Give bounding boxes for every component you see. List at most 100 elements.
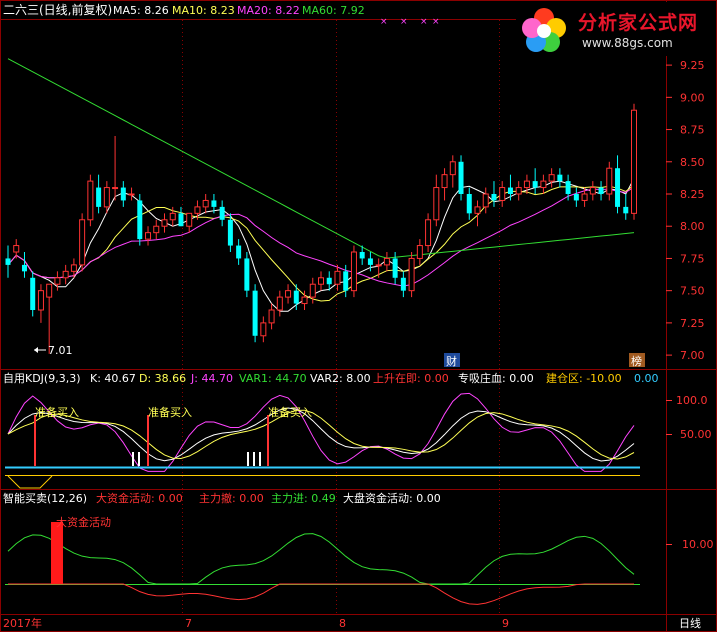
- low-marker: 7.01: [34, 344, 73, 357]
- candle-body: [285, 290, 292, 298]
- date-2017: 2017年: [3, 616, 42, 630]
- candle-body: [474, 206, 481, 214]
- kdj-d-line: [7, 409, 635, 460]
- candle-body: [383, 257, 390, 266]
- buy-signal-label: 准备买入: [148, 405, 192, 419]
- candle-body: [375, 264, 382, 267]
- candle-body: [565, 181, 571, 194]
- kdj-tick-100: 100.0: [676, 394, 708, 407]
- candle-body: [309, 283, 316, 298]
- cai-marker-label: 财: [446, 354, 457, 368]
- brand-title: 分析家公式网: [578, 12, 699, 34]
- candle-body: [573, 194, 579, 201]
- kdj-rise: 上升在即: 0.00: [373, 372, 449, 385]
- candle-body: [631, 109, 637, 214]
- smart-market-fund: 大盘资金活动: 0.00: [343, 491, 441, 505]
- candle-body: [169, 212, 176, 221]
- candle-body: [252, 290, 258, 336]
- candle-body: [532, 181, 538, 188]
- candle-body: [260, 322, 267, 337]
- date-7: 7: [185, 617, 192, 630]
- ma20-label: MA20: 8.22: [237, 4, 300, 17]
- candle-body: [441, 174, 448, 189]
- candle-body: [548, 174, 555, 182]
- kdj-header: 自用KDJ(9,3,3) K: 40.67 D: 38.66 J: 44.70 …: [3, 371, 659, 385]
- kdj-build-zone: [7, 475, 53, 489]
- stock-title: 二六三(日线,前复权): [3, 2, 112, 17]
- main-header: 二六三(日线,前复权) MA5: 8.26 MA10: 8.23 MA20: 8…: [3, 2, 365, 17]
- candle-body: [21, 264, 27, 272]
- candle-body: [227, 219, 233, 246]
- smart-main-in: 主力进: 0.49: [271, 492, 336, 505]
- candle-body: [194, 206, 201, 214]
- svg-text:×: ×: [380, 17, 388, 27]
- kdj-var1: VAR1: 44.70: [239, 372, 307, 385]
- kdj-buy-annotations: 准备买入 准备买入 准备买入: [34, 405, 312, 466]
- candle-body: [301, 296, 308, 305]
- price-tick-label: 7.50: [680, 285, 705, 298]
- candle-body: [54, 277, 61, 285]
- pink-marks: × × × ×: [380, 17, 440, 27]
- candle-body: [515, 187, 522, 195]
- ma60-label: MA60: 7.92: [302, 4, 365, 17]
- candle-body: [523, 180, 530, 189]
- kdj-title: 自用KDJ(9,3,3): [3, 372, 81, 385]
- price-tick-label: 8.25: [680, 188, 705, 201]
- candle-body: [400, 277, 406, 291]
- candle-body: [178, 213, 184, 227]
- ma20-line: [7, 186, 635, 287]
- candle-body: [202, 199, 209, 208]
- finance-marker[interactable]: 财: [444, 353, 460, 368]
- candle-body: [276, 296, 283, 311]
- date-axis: 2017年 7 8 9 日线: [3, 616, 701, 630]
- candlesticks: [5, 103, 637, 354]
- kdj-k: K: 40.67: [90, 372, 136, 385]
- candle-body: [540, 180, 547, 189]
- candle-body: [70, 264, 77, 272]
- candle-body: [137, 200, 143, 240]
- rank-marker[interactable]: 榜: [629, 353, 645, 368]
- kdj-var2: VAR2: 8.00: [310, 372, 371, 385]
- candle-body: [13, 245, 20, 253]
- kdj-d: D: 38.66: [139, 372, 186, 385]
- candle-body: [268, 309, 275, 324]
- ma10-label: MA10: 8.23: [172, 4, 235, 17]
- candle-body: [433, 187, 440, 221]
- candle-body: [343, 271, 349, 291]
- candle-body: [581, 193, 588, 201]
- candle-body: [606, 167, 613, 195]
- ma60-line: [7, 58, 635, 259]
- price-tick-label: 8.75: [680, 124, 705, 137]
- big-fund-bar: 大资金活动: [51, 515, 111, 584]
- smart-title: 智能买卖(12,26): [3, 491, 87, 505]
- kdj-lines: [5, 392, 640, 489]
- candle-body: [5, 258, 11, 265]
- candle-body: [161, 219, 168, 227]
- candle-body: [37, 290, 44, 311]
- candle-body: [623, 206, 629, 214]
- price-tick-label: 8.00: [680, 220, 705, 233]
- brand-watermark: 分析家公式网 www.88gs.com: [516, 2, 712, 56]
- candle-body: [458, 161, 464, 194]
- candle-body: [482, 193, 489, 208]
- date-9: 9: [502, 617, 509, 630]
- stock-chart[interactable]: 二六三(日线,前复权) MA5: 8.26 MA10: 8.23 MA20: 8…: [0, 0, 717, 632]
- svg-text:×: ×: [420, 17, 428, 27]
- price-tick-label: 7.25: [680, 317, 705, 330]
- smart-header: 智能买卖(12,26) 大资金活动: 0.00 主力撤: 0.00 主力进: 0…: [3, 491, 441, 505]
- flower-logo-icon: [522, 8, 566, 52]
- kdj-j: J: 44.70: [190, 372, 233, 385]
- candle-body: [449, 161, 456, 176]
- date-8: 8: [339, 617, 346, 630]
- candle-body: [408, 257, 415, 292]
- main-out-line: [8, 583, 634, 605]
- candle-body: [326, 277, 332, 285]
- date-separators: [182, 20, 500, 614]
- candle-body: [128, 193, 135, 196]
- candle-body: [318, 277, 324, 285]
- kdj-k-line: [7, 407, 635, 462]
- smart-lines: [5, 533, 640, 605]
- brand-url: www.88gs.com: [582, 36, 673, 50]
- smart-axis: 10.00: [666, 538, 714, 551]
- period-label[interactable]: 日线: [679, 616, 701, 630]
